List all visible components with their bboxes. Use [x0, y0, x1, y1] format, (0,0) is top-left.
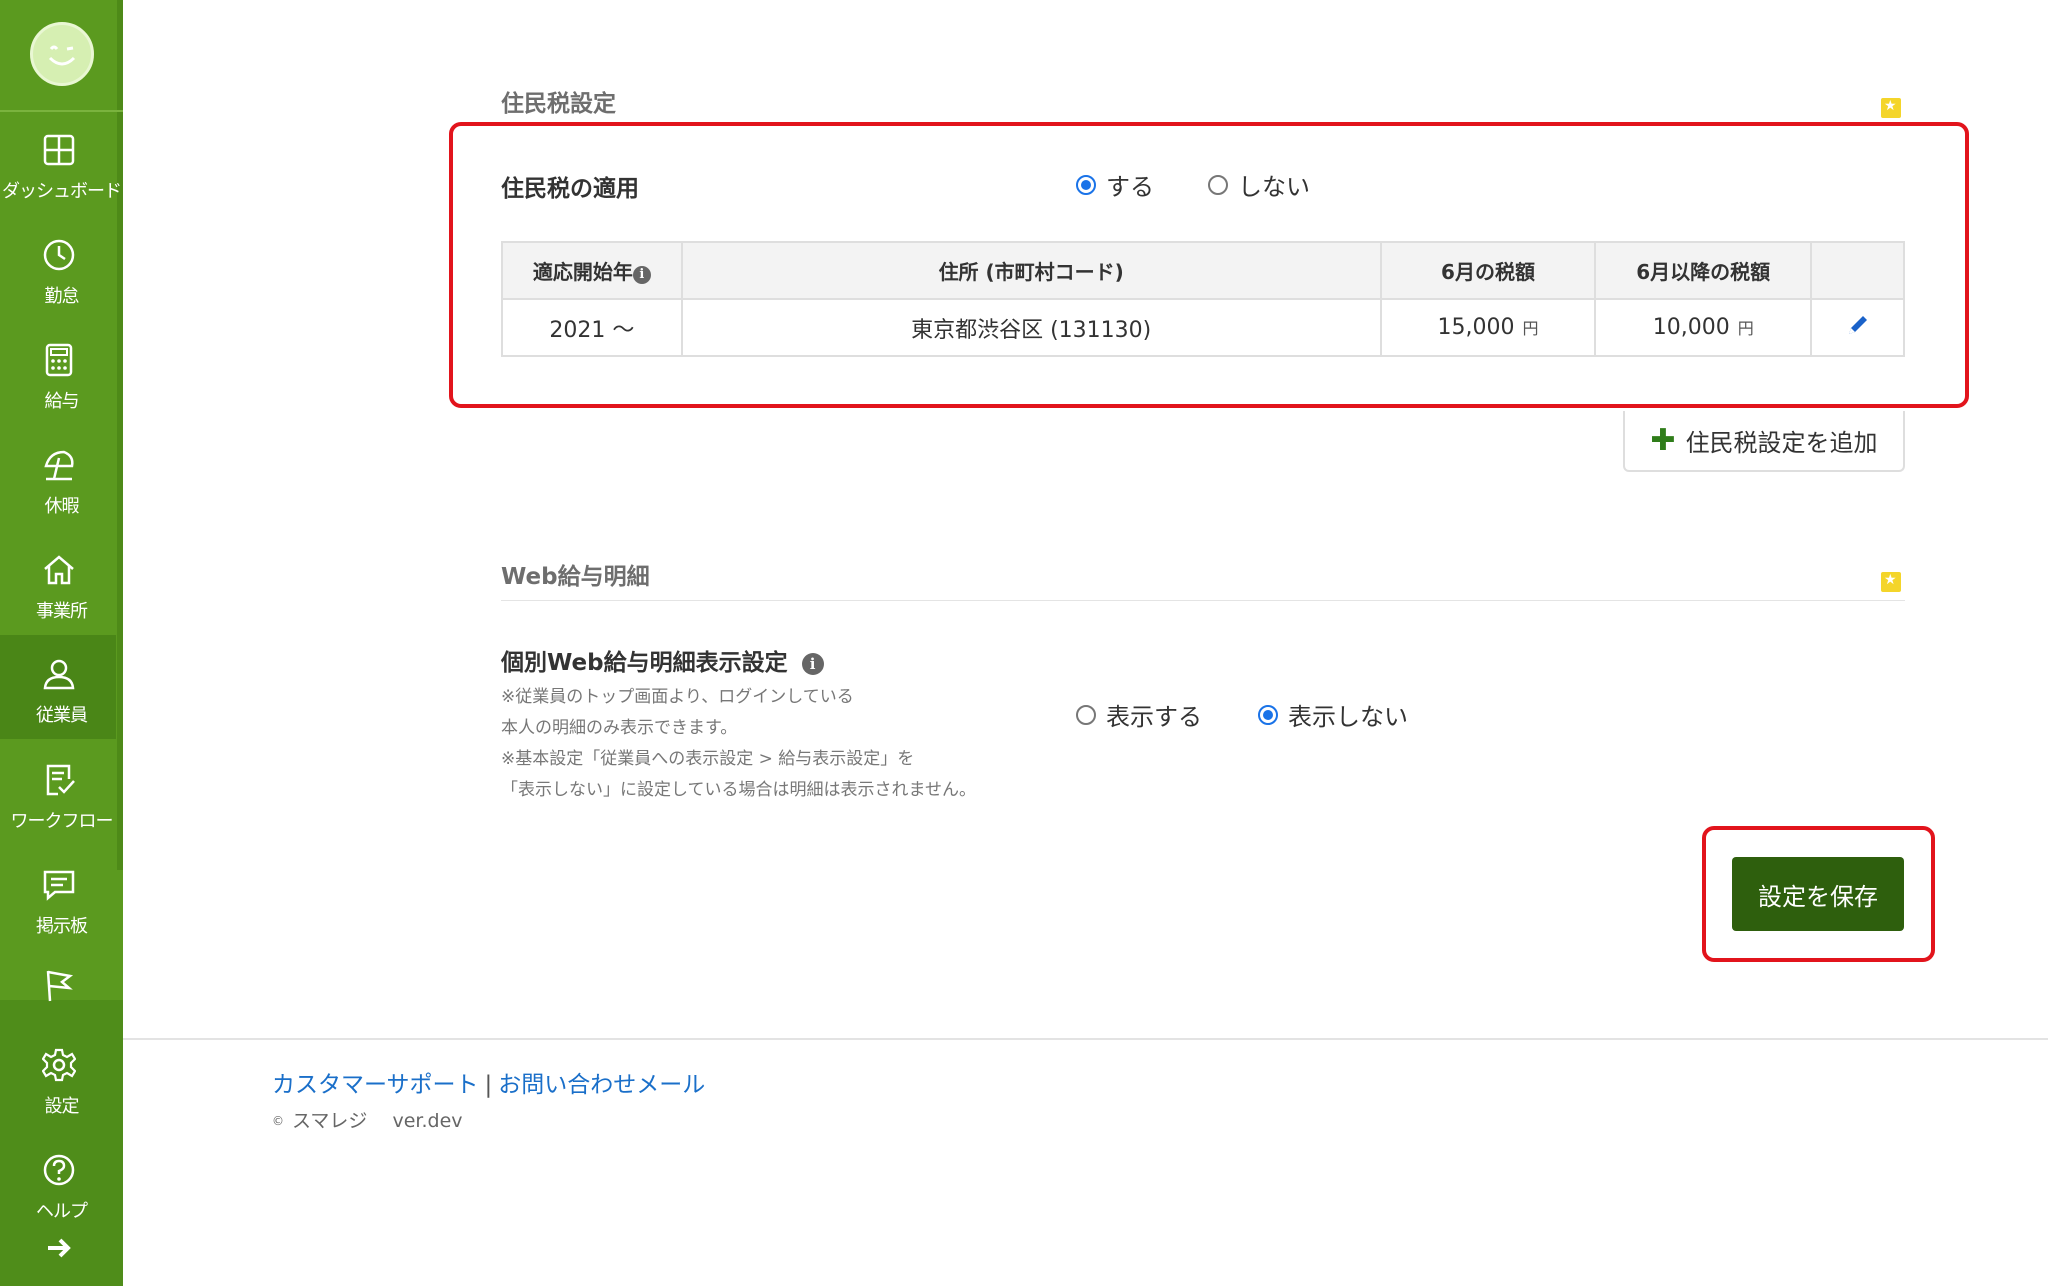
sidebar-item-label: 設定	[44, 1096, 80, 1117]
clock-icon	[43, 239, 75, 271]
footer-separator: |	[484, 1072, 493, 1098]
radio-label: しない	[1238, 173, 1310, 201]
add-resident-tax-label: 住民税設定を追加	[1685, 429, 1878, 457]
cell-start-year: 2021 〜	[501, 298, 683, 357]
sidebar-item-label: 勤怠	[44, 286, 80, 307]
note-line: 「表示しない」に設定している場合は明細は表示されません。	[501, 780, 976, 800]
table-row: 2021 〜 東京都渋谷区 (131130) 15,000 円 10,000 円	[501, 298, 1905, 357]
note-line: ※基本設定「従業員への表示設定 > 給与表示設定」を	[501, 749, 915, 769]
note-line: ※従業員のトップ画面より、ログインしている	[501, 687, 854, 707]
radio-apply-yes[interactable]: する	[1076, 167, 1154, 202]
sidebar-item-label: ダッシュボード	[2, 181, 122, 202]
web-payslip-section-title: Web給与明細	[501, 564, 650, 590]
cell-address: 東京都渋谷区 (131130)	[680, 298, 1382, 357]
add-resident-tax-button[interactable]: ✚ 住民税設定を追加	[1623, 411, 1905, 472]
sidebar-item-attendance[interactable]: 勤怠	[0, 220, 116, 324]
sidebar-item-workflow[interactable]: ワークフロー	[0, 745, 116, 849]
copyright: © スマレジ ver.dev	[272, 1106, 463, 1133]
copyright-symbol: ©	[272, 1114, 284, 1128]
radio-button-checked[interactable]	[1258, 704, 1278, 725]
web-payslip-setting-label: 個別Web給与明細表示設定 i	[501, 643, 824, 677]
home-icon	[44, 555, 74, 585]
favorite-star-icon[interactable]	[1881, 572, 1901, 592]
sidebar-item-employees[interactable]: 従業員	[0, 635, 116, 739]
contact-mail-link[interactable]: お問い合わせメール	[498, 1072, 705, 1098]
radio-apply-no[interactable]: しない	[1208, 167, 1310, 202]
sidebar-item-label: 給与	[44, 391, 80, 412]
resident-tax-table: 適応開始年 i 住所 (市町村コード) 6月の税額 6月以降の税額 2021 〜 …	[501, 241, 1905, 357]
smiley-icon	[48, 45, 76, 66]
footer-links: カスタマーサポート | お問い合わせメール	[272, 1065, 705, 1099]
yen-unit: 円	[1522, 319, 1539, 338]
info-icon[interactable]: i	[801, 653, 824, 675]
sidebar-item-help[interactable]: ヘルプ	[0, 1135, 116, 1239]
sidebar-item-dashboard[interactable]: ダッシュボード	[0, 115, 122, 219]
sidebar-item-leave[interactable]: 休暇	[0, 430, 116, 534]
checklist-icon	[46, 764, 75, 796]
resident-tax-apply-label: 住民税の適用	[501, 176, 639, 202]
sidebar-item-label: ヘルプ	[36, 1201, 88, 1222]
note-line: 本人の明細のみ表示できます。	[501, 718, 738, 738]
footer-divider	[123, 1038, 2048, 1040]
radio-label: する	[1106, 173, 1154, 201]
favorite-star-icon[interactable]	[1881, 98, 1901, 118]
beach-umbrella-icon	[44, 450, 74, 481]
column-header-address: 住所 (市町村コード)	[680, 241, 1382, 300]
sidebar-item-payroll[interactable]: 給与	[0, 325, 116, 429]
radio-label: 表示する	[1106, 703, 1202, 731]
sidebar-item-settings[interactable]: 設定	[0, 1030, 116, 1134]
copyright-text: スマレジ ver.dev	[292, 1110, 463, 1132]
column-header-june-tax: 6月の税額	[1379, 241, 1597, 300]
cell-june-tax: 15,000 円	[1379, 298, 1597, 357]
gear-icon	[42, 1048, 76, 1082]
sidebar-item-bulletin-board[interactable]: 掲示板	[0, 850, 116, 954]
sidebar: ダッシュボード 勤怠 給与 休暇 事業所 従業員 ワークフロー 掲示板 設定 ヘ…	[0, 0, 123, 1286]
column-header-after-june-tax: 6月以降の税額	[1594, 241, 1813, 300]
column-header-start-year: 適応開始年 i	[501, 241, 683, 300]
person-icon	[43, 659, 75, 690]
sidebar-item-label: 従業員	[36, 705, 88, 726]
column-header-actions	[1810, 241, 1905, 300]
message-board-icon	[43, 870, 75, 901]
sidebar-divider	[0, 110, 123, 112]
save-settings-button[interactable]: 設定を保存	[1732, 857, 1904, 931]
radio-label: 表示しない	[1288, 703, 1408, 731]
radio-button-checked[interactable]	[1076, 174, 1096, 195]
plus-icon: ✚	[1650, 423, 1676, 458]
customer-support-link[interactable]: カスタマーサポート	[272, 1072, 479, 1098]
section-divider	[501, 600, 1905, 601]
info-icon[interactable]: i	[632, 266, 651, 284]
radio-display-show[interactable]: 表示する	[1076, 697, 1202, 732]
sidebar-item-office[interactable]: 事業所	[0, 535, 116, 639]
help-icon	[43, 1154, 75, 1186]
cell-after-june-tax: 10,000 円	[1594, 298, 1813, 357]
radio-button-unchecked[interactable]	[1076, 704, 1096, 725]
table-header-row: 適応開始年 i 住所 (市町村コード) 6月の税額 6月以降の税額	[501, 241, 1905, 300]
yen-unit: 円	[1737, 319, 1754, 338]
dashboard-icon	[43, 134, 75, 166]
sidebar-item-label: ワークフロー	[10, 811, 114, 832]
sidebar-scrollbar[interactable]	[117, 0, 123, 870]
flag-icon	[46, 970, 74, 1002]
sidebar-item-label: 掲示板	[36, 916, 88, 937]
sidebar-item-label: 休暇	[44, 496, 80, 517]
calculator-icon	[45, 343, 73, 377]
arrow-right-icon	[48, 1238, 71, 1258]
radio-display-hide[interactable]: 表示しない	[1258, 697, 1408, 732]
sidebar-item-label: 事業所	[36, 601, 88, 622]
avatar[interactable]	[30, 22, 94, 86]
sidebar-expand-button[interactable]	[46, 1236, 72, 1267]
pencil-edit-icon[interactable]	[1846, 313, 1870, 337]
radio-button-unchecked[interactable]	[1208, 174, 1228, 195]
cell-edit	[1810, 298, 1905, 357]
resident-tax-section-title: 住民税設定	[501, 91, 616, 117]
